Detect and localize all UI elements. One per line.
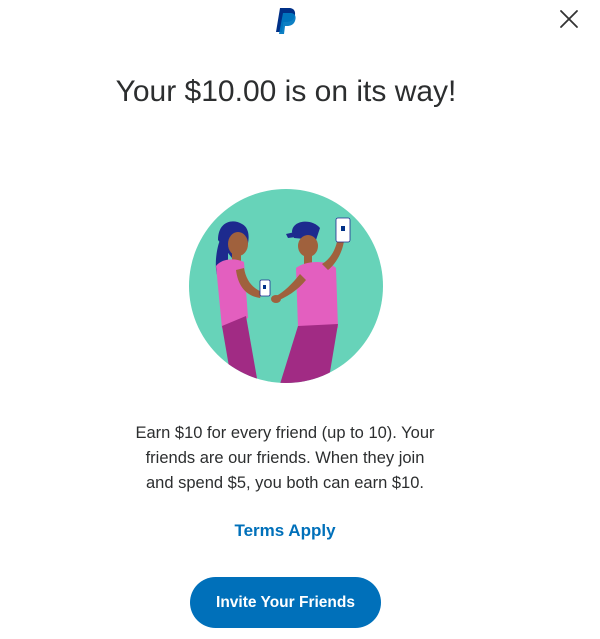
referral-modal: Your $10.00 is on its way! Earn $10 for …	[0, 0, 600, 639]
terms-link[interactable]: Terms Apply	[200, 521, 370, 541]
paypal-logo-icon	[276, 8, 296, 34]
page-title: Your $10.00 is on its way!	[115, 75, 457, 108]
friends-illustration	[189, 189, 383, 383]
referral-description: Earn $10 for every friend (up to 10). Yo…	[135, 424, 435, 492]
invite-friends-button[interactable]: Invite Your Friends	[190, 577, 381, 628]
close-icon[interactable]	[558, 8, 580, 30]
